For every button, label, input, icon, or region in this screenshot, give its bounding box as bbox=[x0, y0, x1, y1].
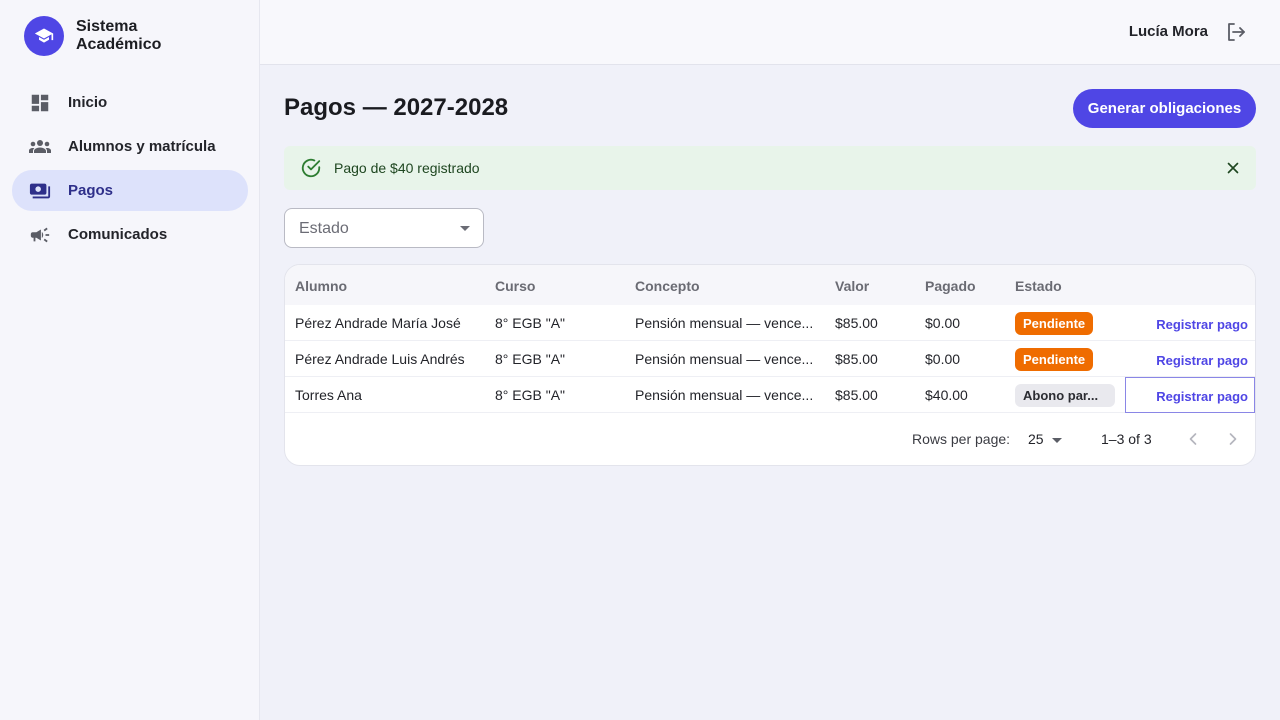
registrar-pago-button[interactable]: Registrar pago bbox=[1156, 389, 1248, 404]
sidebar-item-alumnos[interactable]: Alumnos y matrícula bbox=[12, 126, 248, 167]
page-title: Pagos — 2027-2028 bbox=[284, 94, 509, 121]
cell-curso: 8° EGB "A" bbox=[495, 351, 566, 367]
cell-alumno: Pérez Andrade María José bbox=[295, 315, 461, 331]
payments-table: Alumno Curso Concepto Valor Pagado Estad… bbox=[284, 264, 1256, 466]
column-header-valor[interactable]: Valor bbox=[835, 278, 869, 294]
status-badge: Abono par... bbox=[1015, 384, 1115, 407]
sidebar-nav: Inicio Alumnos y matrícula Pagos Comunic… bbox=[12, 82, 248, 258]
table-row: Torres Ana 8° EGB "A" Pensión mensual — … bbox=[285, 377, 1255, 413]
chevron-left-icon[interactable] bbox=[1183, 429, 1203, 449]
table-row: Pérez Andrade Luis Andrés 8° EGB "A" Pen… bbox=[285, 341, 1255, 377]
topbar: Lucía Mora bbox=[260, 0, 1280, 65]
payments-icon bbox=[28, 179, 52, 203]
cell-valor: $85.00 bbox=[835, 315, 878, 331]
brand-line-2: Académico bbox=[76, 36, 162, 53]
status-badge: Pendiente bbox=[1015, 348, 1094, 371]
status-badge: Pendiente bbox=[1015, 312, 1094, 335]
sidebar: Sistema Académico Inicio Alumnos y matrí… bbox=[0, 0, 260, 720]
cell-concepto: Pensión mensual — vence... bbox=[635, 315, 814, 331]
people-icon bbox=[28, 135, 52, 159]
close-icon[interactable] bbox=[1224, 159, 1242, 177]
cell-alumno: Pérez Andrade Luis Andrés bbox=[295, 351, 465, 367]
chevron-down-icon[interactable] bbox=[1052, 438, 1062, 443]
column-header-estado[interactable]: Estado bbox=[1015, 278, 1062, 294]
success-alert: Pago de $40 registrado bbox=[284, 146, 1256, 190]
cell-alumno: Torres Ana bbox=[295, 387, 362, 403]
cell-valor: $85.00 bbox=[835, 351, 878, 367]
cell-pagado: $0.00 bbox=[925, 351, 961, 367]
brand-name: Sistema Académico bbox=[76, 18, 186, 54]
graduation-cap-icon bbox=[24, 16, 64, 56]
cell-curso: 8° EGB "A" bbox=[495, 315, 566, 331]
registrar-pago-button[interactable]: Registrar pago bbox=[1156, 317, 1248, 332]
cell-concepto: Pensión mensual — vence... bbox=[635, 387, 814, 403]
sidebar-item-inicio[interactable]: Inicio bbox=[12, 82, 248, 123]
logout-icon[interactable] bbox=[1224, 20, 1248, 44]
sidebar-item-label: Comunicados bbox=[68, 226, 168, 243]
dashboard-icon bbox=[28, 91, 52, 115]
column-header-alumno[interactable]: Alumno bbox=[295, 278, 347, 294]
generar-obligaciones-button[interactable]: Generar obligaciones bbox=[1073, 89, 1256, 128]
chevron-right-icon[interactable] bbox=[1223, 429, 1243, 449]
cell-pagado: $40.00 bbox=[925, 387, 968, 403]
pagination-range: 1–3 of 3 bbox=[1101, 431, 1152, 447]
status-badge-label: Abono par... bbox=[1023, 388, 1099, 403]
sidebar-item-pagos[interactable]: Pagos bbox=[12, 170, 248, 211]
cell-concepto: Pensión mensual — vence... bbox=[635, 351, 814, 367]
megaphone-icon bbox=[28, 223, 52, 247]
estado-filter-label: Estado bbox=[299, 220, 349, 237]
estado-filter-select[interactable]: Estado bbox=[284, 208, 484, 248]
sidebar-item-label: Pagos bbox=[68, 182, 114, 199]
chevron-down-icon bbox=[460, 226, 470, 231]
column-header-curso[interactable]: Curso bbox=[495, 278, 535, 294]
registrar-pago-button[interactable]: Registrar pago bbox=[1156, 353, 1248, 368]
table-header: Alumno Curso Concepto Valor Pagado Estad… bbox=[285, 265, 1255, 305]
sidebar-item-comunicados[interactable]: Comunicados bbox=[12, 214, 248, 255]
brand: Sistema Académico bbox=[24, 16, 186, 56]
rows-per-page-label: Rows per page: bbox=[912, 431, 1011, 447]
column-header-pagado[interactable]: Pagado bbox=[925, 278, 976, 294]
cell-curso: 8° EGB "A" bbox=[495, 387, 566, 403]
table-row: Pérez Andrade María José 8° EGB "A" Pens… bbox=[285, 305, 1255, 341]
brand-line-1: Sistema bbox=[76, 18, 138, 35]
sidebar-item-label: Inicio bbox=[68, 94, 108, 111]
user-name: Lucía Mora bbox=[1128, 23, 1208, 40]
check-circle-icon bbox=[300, 157, 322, 179]
cell-pagado: $0.00 bbox=[925, 315, 961, 331]
column-header-concepto[interactable]: Concepto bbox=[635, 278, 700, 294]
cell-valor: $85.00 bbox=[835, 387, 878, 403]
sidebar-item-label: Alumnos y matrícula bbox=[68, 138, 216, 155]
table-pagination: Rows per page: 25 1–3 of 3 bbox=[285, 427, 1255, 451]
alert-message: Pago de $40 registrado bbox=[334, 160, 480, 176]
rows-per-page-select[interactable]: 25 bbox=[1028, 431, 1044, 447]
